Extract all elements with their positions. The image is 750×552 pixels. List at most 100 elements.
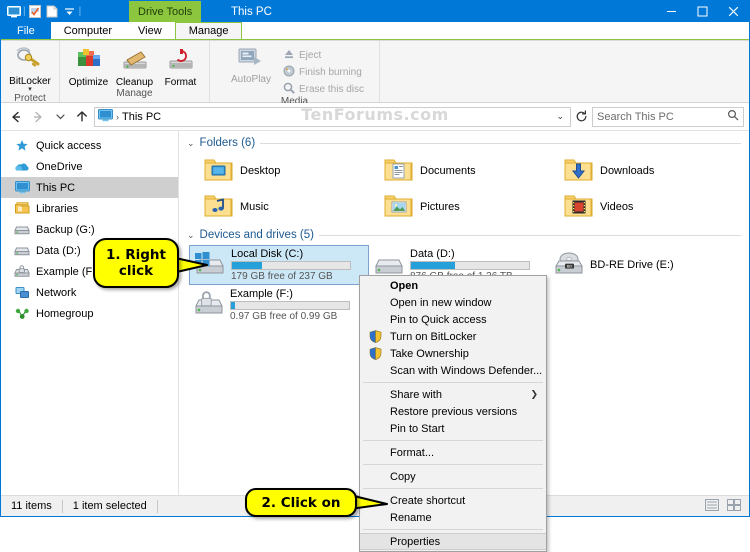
section-rule [318, 234, 741, 236]
section-rule [260, 142, 741, 144]
close-button[interactable] [718, 1, 749, 22]
star-icon [14, 138, 30, 154]
drive-usage-bar-c [231, 261, 351, 270]
callout-right-click: 1. Right click [93, 238, 179, 288]
eject-button[interactable]: Eject [283, 48, 364, 62]
recent-locations-button[interactable] [50, 107, 70, 127]
tab-manage[interactable]: Manage [174, 22, 243, 40]
autoplay-button[interactable]: AutoPlay [225, 44, 277, 85]
search-box[interactable]: Search This PC [592, 106, 744, 127]
drive-item-local-disk-c[interactable]: Local Disk (C:) 179 GB free of 237 GB [189, 245, 369, 285]
folders-section-header[interactable]: ⌄ Folders (6) [185, 137, 749, 149]
drives-section-title: Devices and drives (5) [199, 229, 314, 241]
folder-item-desktop[interactable]: Desktop [203, 153, 383, 189]
navigation-pane: Quick access OneDrive This PC Libraries [1, 131, 179, 497]
format-label: Format [164, 77, 197, 88]
locked-drive-icon [192, 290, 226, 321]
optimize-button[interactable]: Optimize [67, 44, 111, 88]
erase-disc-button[interactable]: Erase this disc [283, 82, 364, 96]
tab-computer[interactable]: Computer [51, 22, 125, 40]
minimize-button[interactable] [656, 1, 687, 22]
folder-item-downloads[interactable]: Downloads [563, 153, 743, 189]
menu-item-pin-to-start[interactable]: Pin to Start [360, 420, 546, 437]
menu-item-pin-to-quick-access[interactable]: Pin to Quick access [360, 311, 546, 328]
chevron-down-icon[interactable]: ⌄ [187, 230, 195, 241]
sidebar-label-backup-g: Backup (G:) [36, 223, 95, 236]
bitlocker-button[interactable]: BitLocker ▾ [3, 44, 57, 93]
menu-label-properties: Properties [390, 535, 441, 548]
menu-item-turn-on-bitlocker[interactable]: Turn on BitLocker [360, 328, 546, 345]
menu-item-open-in-new-window[interactable]: Open in new window [360, 294, 546, 311]
format-button[interactable]: Format [159, 44, 203, 88]
this-pc-icon [14, 180, 30, 196]
up-button[interactable] [72, 107, 92, 127]
menu-label-restore-previous-versions: Restore previous versions [390, 405, 518, 418]
forward-button[interactable] [28, 107, 48, 127]
search-input[interactable]: Search This PC [597, 111, 727, 123]
drive-icon [14, 243, 30, 259]
sidebar-label-quick-access: Quick access [36, 139, 102, 152]
sidebar-item-homegroup[interactable]: Homegroup [1, 303, 178, 324]
menu-item-take-ownership[interactable]: Take Ownership [360, 345, 546, 362]
folders-section-title: Folders (6) [199, 137, 256, 149]
view-buttons [699, 498, 749, 514]
sidebar-item-onedrive[interactable]: OneDrive [1, 156, 178, 177]
sidebar-label-data-d: Data (D:) [36, 244, 81, 257]
drive-item-bd-re-e[interactable]: BD BD-RE Drive (E:) [549, 245, 729, 285]
cleanup-button[interactable]: Cleanup [113, 44, 157, 88]
sidebar-item-backup-g[interactable]: Backup (G:) [1, 219, 178, 240]
menu-item-copy[interactable]: Copy [360, 468, 546, 485]
finish-burning-button[interactable]: Finish burning [283, 65, 364, 79]
menu-separator [363, 382, 543, 383]
tab-file[interactable]: File [1, 22, 51, 40]
folder-item-videos[interactable]: Videos [563, 189, 743, 225]
folder-videos-icon [563, 193, 593, 222]
callout-click-on-text: 2. Click on [261, 494, 341, 511]
folders-section: ⌄ Folders (6) Desktop Documents Download… [179, 131, 749, 225]
sidebar-label-network: Network [36, 286, 77, 299]
menu-item-share-with[interactable]: Share with ❯ [360, 386, 546, 403]
menu-item-scan-with-windows-defender[interactable]: Scan with Windows Defender... [360, 362, 546, 379]
file-explorer-window: | | Drive Tools This PC File Computer Vi… [0, 0, 750, 552]
search-icon[interactable] [727, 109, 739, 124]
address-bar: › This PC ⌄ Search This PC TenForums.com [1, 103, 749, 130]
tab-view[interactable]: View [125, 22, 175, 40]
folder-item-documents[interactable]: Documents [383, 153, 563, 189]
customize-dropdown-icon[interactable] [61, 3, 78, 20]
sidebar-item-quick-access[interactable]: Quick access [1, 135, 178, 156]
sidebar-item-this-pc[interactable]: This PC [1, 177, 178, 198]
details-view-icon[interactable] [699, 498, 725, 514]
chevron-down-icon[interactable]: ⌄ [187, 138, 195, 149]
new-folder-icon[interactable] [44, 3, 61, 20]
tab-underline [1, 39, 749, 40]
large-icons-view-icon[interactable] [725, 498, 749, 514]
properties-icon[interactable] [27, 3, 44, 20]
window-title: This PC [231, 5, 272, 18]
menu-item-properties[interactable]: Properties [360, 533, 546, 550]
folder-item-music[interactable]: Music [203, 189, 383, 225]
menu-separator [363, 529, 543, 530]
maximize-button[interactable] [687, 1, 718, 22]
menu-item-open[interactable]: Open [360, 277, 546, 294]
menu-label-turn-on-bitlocker: Turn on BitLocker [390, 330, 477, 343]
callout-click-on: 2. Click on [245, 488, 357, 517]
folder-label-desktop: Desktop [240, 165, 281, 177]
folder-item-pictures[interactable]: Pictures [383, 189, 563, 225]
breadcrumb-bar[interactable]: › This PC ⌄ [94, 106, 571, 127]
menu-item-restore-previous-versions[interactable]: Restore previous versions [360, 403, 546, 420]
menu-label-create-shortcut: Create shortcut [390, 494, 466, 507]
back-button[interactable] [6, 107, 26, 127]
breadcrumb-dropdown-icon[interactable]: ⌄ [556, 111, 567, 122]
drive-text-bd-re-e: BD-RE Drive (E:) [590, 259, 674, 271]
this-pc-icon[interactable] [5, 3, 22, 20]
bd-re-drive-icon: BD [552, 250, 586, 281]
folder-label-documents: Documents [420, 165, 476, 177]
refresh-icon[interactable] [573, 107, 590, 127]
drive-tools-tab-header[interactable]: Drive Tools [129, 1, 202, 22]
drives-section-header[interactable]: ⌄ Devices and drives (5) [185, 229, 749, 241]
menu-item-format[interactable]: Format... [360, 444, 546, 461]
breadcrumb-item-this-pc[interactable]: This PC [122, 111, 161, 123]
sidebar-item-libraries[interactable]: Libraries [1, 198, 178, 219]
folder-label-videos: Videos [600, 201, 634, 213]
drive-item-example-f[interactable]: Example (F:) 0.97 GB free of 0.99 GB [189, 285, 369, 325]
